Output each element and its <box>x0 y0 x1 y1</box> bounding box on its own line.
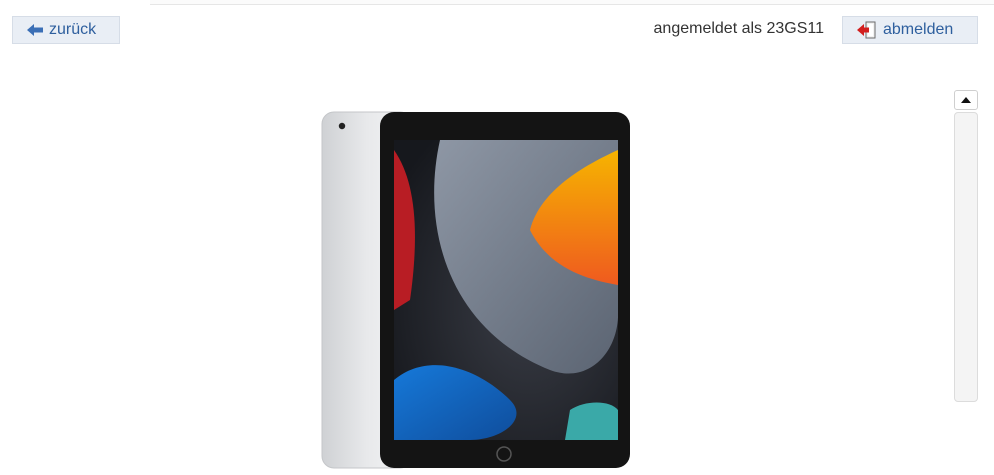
scroll-up-button[interactable] <box>954 90 978 110</box>
back-button-label: zurück <box>49 21 97 38</box>
product-image <box>320 110 632 475</box>
top-divider <box>150 0 994 5</box>
vertical-scrollbar[interactable] <box>954 90 978 402</box>
logout-door-icon <box>857 21 877 39</box>
logout-button[interactable]: abmelden <box>842 16 978 44</box>
arrow-left-icon <box>27 24 43 36</box>
logout-button-label: abmelden <box>883 21 954 38</box>
scroll-track[interactable] <box>954 112 978 402</box>
login-status: angemeldet als 23GS11 <box>653 20 824 37</box>
back-button[interactable]: zurück <box>12 16 120 44</box>
triangle-up-icon <box>961 97 971 103</box>
